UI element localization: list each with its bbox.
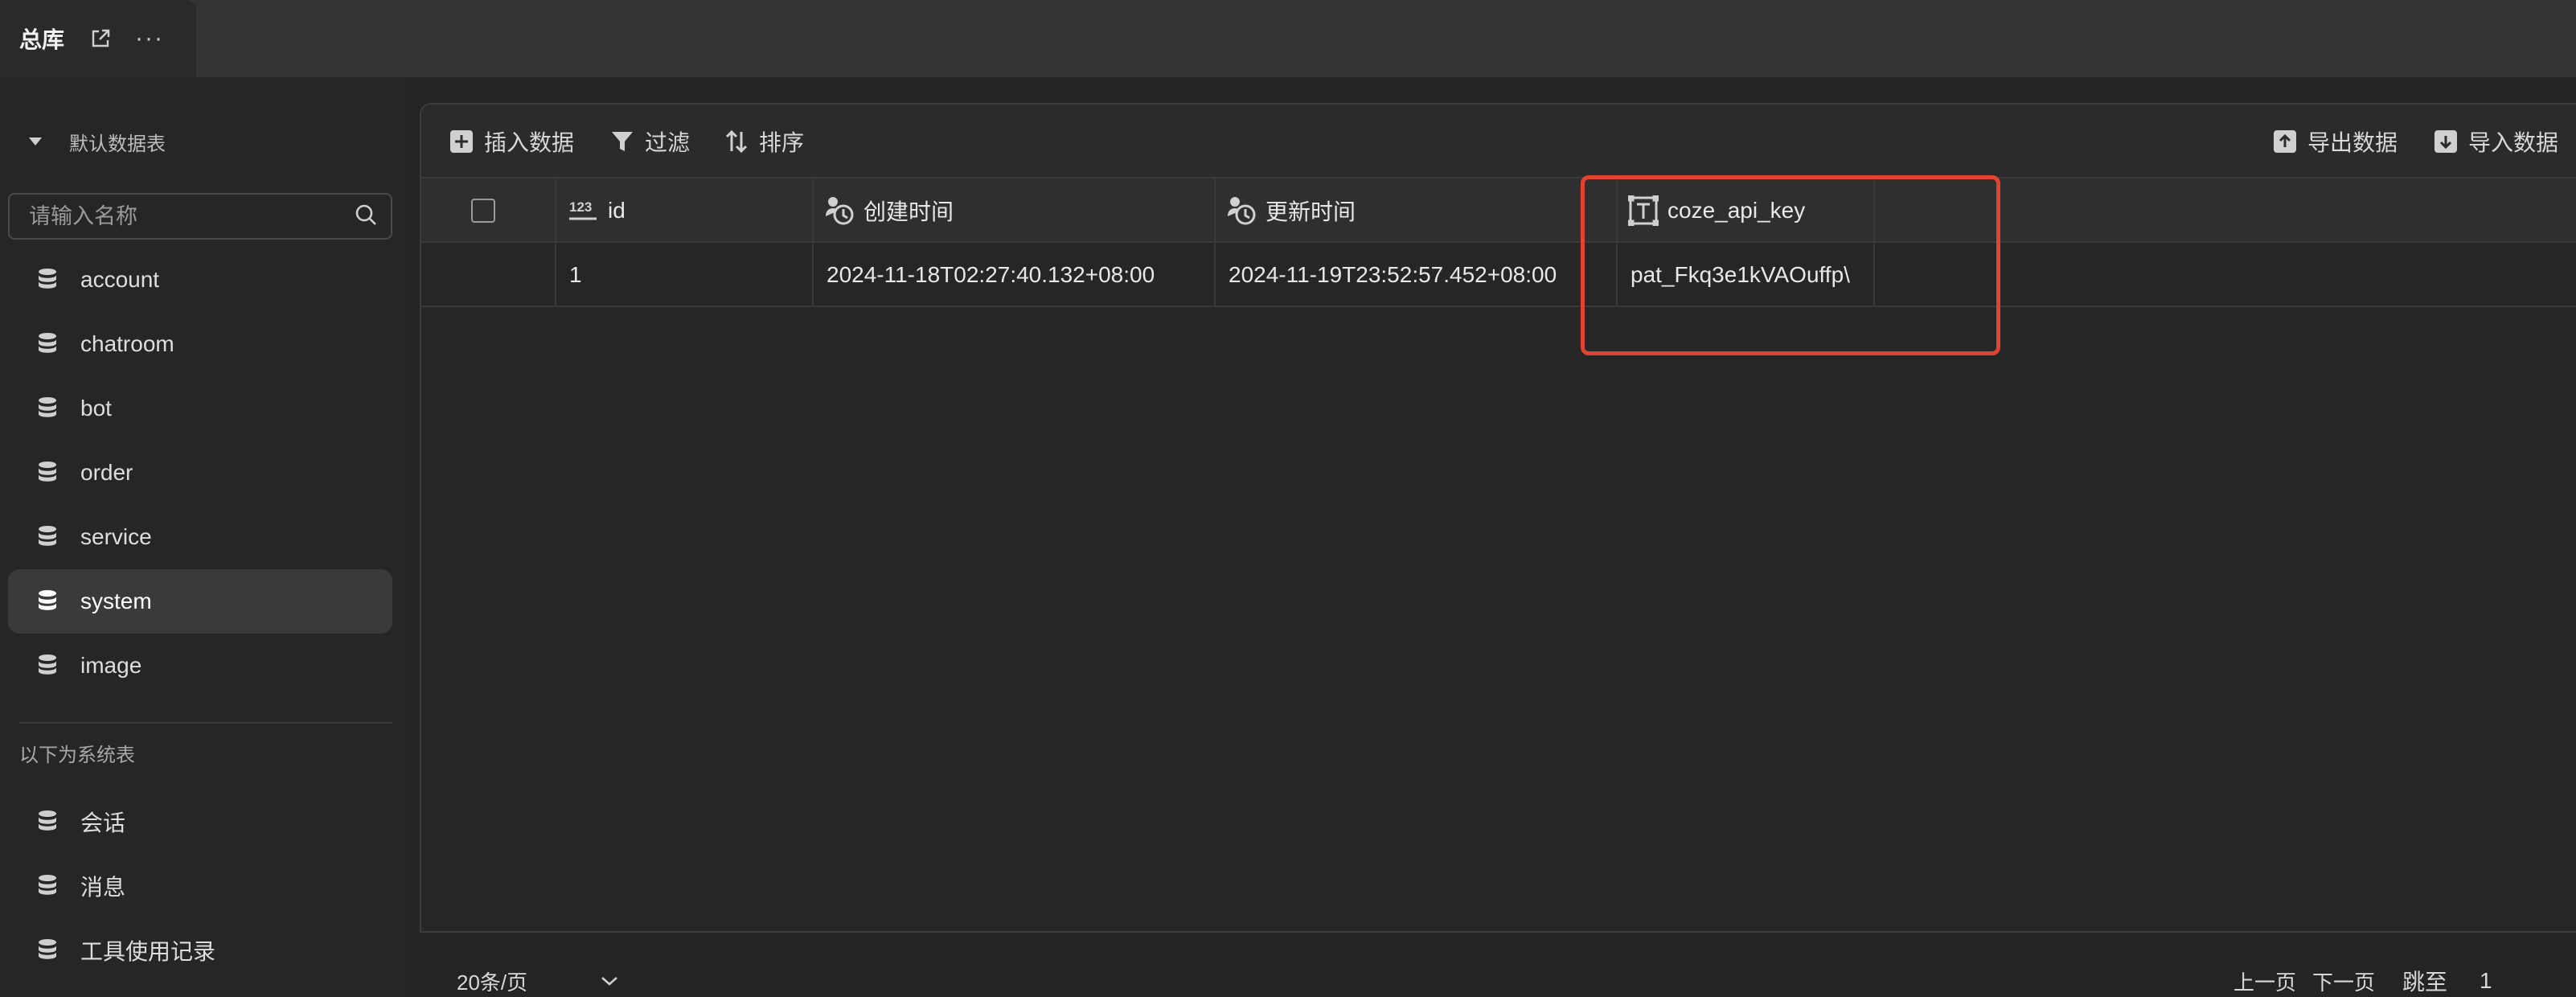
table-row[interactable]: 1 2024-11-18T02:27:40.132+08:00 2024-11-… <box>421 243 2576 307</box>
sidebar-item-label: bot <box>80 396 112 421</box>
table-search-input[interactable] <box>29 203 354 229</box>
external-link-icon[interactable] <box>88 27 113 51</box>
database-icon <box>35 268 59 292</box>
database-icon <box>35 332 59 356</box>
sidebar-item-system[interactable]: system <box>8 569 392 634</box>
database-icon <box>35 589 59 613</box>
column-label: 创建时间 <box>863 199 954 224</box>
database-icon <box>35 874 59 898</box>
sidebar-item-bot[interactable]: bot <box>8 376 392 441</box>
sort-label: 排序 <box>759 130 805 155</box>
sidebar-item-order[interactable]: order <box>8 441 392 505</box>
jump-page-input[interactable]: 1 <box>2480 965 2492 997</box>
sidebar-item-label: image <box>80 653 142 678</box>
tab-bar: 总库 ··· <box>0 0 2576 77</box>
page-size-select[interactable]: 20条/页 <box>457 965 619 997</box>
sidebar-item-tool-usage[interactable]: 工具使用记录 <box>8 918 392 983</box>
select-all-checkbox[interactable] <box>471 199 495 223</box>
sidebar-item-service[interactable]: service <box>8 505 392 569</box>
sidebar-item-label: order <box>80 460 133 485</box>
import-data-button[interactable]: 导入数据 <box>2433 125 2558 158</box>
sidebar-item-label: 工具使用记录 <box>80 939 216 964</box>
column-header-created-at[interactable]: 创建时间 <box>823 178 954 243</box>
export-data-label: 导出数据 <box>2307 130 2398 155</box>
default-tables-header[interactable]: 默认数据表 <box>29 125 166 158</box>
sidebar-divider <box>19 722 392 724</box>
cell-updated-at[interactable]: 2024-11-19T23:52:57.452+08:00 <box>1229 243 1611 307</box>
clock-user-icon <box>823 196 855 225</box>
import-data-label: 导入数据 <box>2468 130 2559 155</box>
jump-to-label: 跳至 <box>2402 970 2448 995</box>
sidebar-item-label: account <box>80 267 160 292</box>
section-label: 默认数据表 <box>69 133 166 155</box>
column-header-id[interactable]: 123 id <box>568 178 626 243</box>
filter-icon <box>609 129 635 154</box>
database-icon <box>35 396 59 421</box>
table-list: account chatroom bot order service syste… <box>8 248 392 698</box>
table-header: 123 id 创建时间 更新时间 coze_api_key <box>421 178 2576 243</box>
sidebar-item-label: service <box>80 524 152 549</box>
caret-down-icon <box>29 137 42 146</box>
column-divider <box>555 243 556 307</box>
sidebar-item-label: 会话 <box>80 810 126 835</box>
sidebar-item-message[interactable]: 消息 <box>8 854 392 918</box>
database-icon <box>35 525 59 549</box>
column-divider <box>1214 178 1216 243</box>
system-table-list: 会话 消息 工具使用记录 <box>8 790 392 983</box>
prev-page-button[interactable]: 上一页 <box>2233 965 2296 997</box>
select-all-checkbox-cell <box>471 178 495 243</box>
page-size-value: 20条/页 <box>457 970 528 995</box>
export-icon <box>2272 129 2298 154</box>
import-icon <box>2433 129 2459 154</box>
sidebar-item-label: chatroom <box>80 331 174 356</box>
toolbar: 插入数据 过滤 排序 导出数据 导入数据 <box>421 105 2576 178</box>
filter-button[interactable]: 过滤 <box>609 125 690 158</box>
sidebar-item-label: system <box>80 589 152 613</box>
insert-data-label: 插入数据 <box>484 130 575 155</box>
cell-created-at[interactable]: 2024-11-18T02:27:40.132+08:00 <box>827 243 1209 307</box>
highlight-box <box>1581 175 2000 355</box>
app-window: 总库 ··· 默认数据表 account <box>0 0 2576 997</box>
system-tables-label: 以下为系统表 <box>19 745 135 766</box>
column-header-updated-at[interactable]: 更新时间 <box>1225 178 1356 243</box>
sidebar: 默认数据表 account chatroom bot <box>0 77 410 997</box>
clock-user-icon <box>1225 196 1257 225</box>
number-type-icon: 123 <box>568 196 600 225</box>
sort-icon <box>724 129 749 154</box>
sort-button[interactable]: 排序 <box>724 125 804 158</box>
more-options-icon[interactable]: ··· <box>135 27 164 51</box>
sidebar-item-image[interactable]: image <box>8 634 392 698</box>
tab-title: 总库 <box>19 27 65 52</box>
chevron-down-icon <box>600 974 619 987</box>
column-label: id <box>608 198 626 223</box>
sidebar-item-account[interactable]: account <box>8 248 392 312</box>
sidebar-item-session[interactable]: 会话 <box>8 790 392 854</box>
plus-square-icon <box>449 129 474 154</box>
insert-data-button[interactable]: 插入数据 <box>449 125 574 158</box>
sidebar-item-chatroom[interactable]: chatroom <box>8 312 392 376</box>
table-search <box>8 193 392 240</box>
search-icon[interactable] <box>354 203 378 231</box>
database-icon <box>35 654 59 678</box>
column-divider <box>812 243 814 307</box>
cell-id[interactable]: 1 <box>569 243 802 307</box>
database-icon <box>35 461 59 485</box>
next-page-button[interactable]: 下一页 <box>2312 965 2375 997</box>
column-divider <box>555 178 556 243</box>
sidebar-item-label: 消息 <box>80 875 126 900</box>
column-divider <box>812 178 814 243</box>
column-divider <box>1214 243 1216 307</box>
pagination-bar: 20条/页 上一页 下一页 跳至 1 <box>420 965 2576 997</box>
database-icon <box>35 810 59 834</box>
database-icon <box>35 938 59 962</box>
column-label: 更新时间 <box>1265 199 1356 224</box>
data-panel: 插入数据 过滤 排序 导出数据 导入数据 123 id 创建时间 更新时间 co… <box>420 103 2576 933</box>
filter-label: 过滤 <box>645 130 691 155</box>
svg-text:123: 123 <box>569 199 592 215</box>
tab-main-db[interactable]: 总库 ··· <box>0 0 196 77</box>
export-data-button[interactable]: 导出数据 <box>2272 125 2398 158</box>
